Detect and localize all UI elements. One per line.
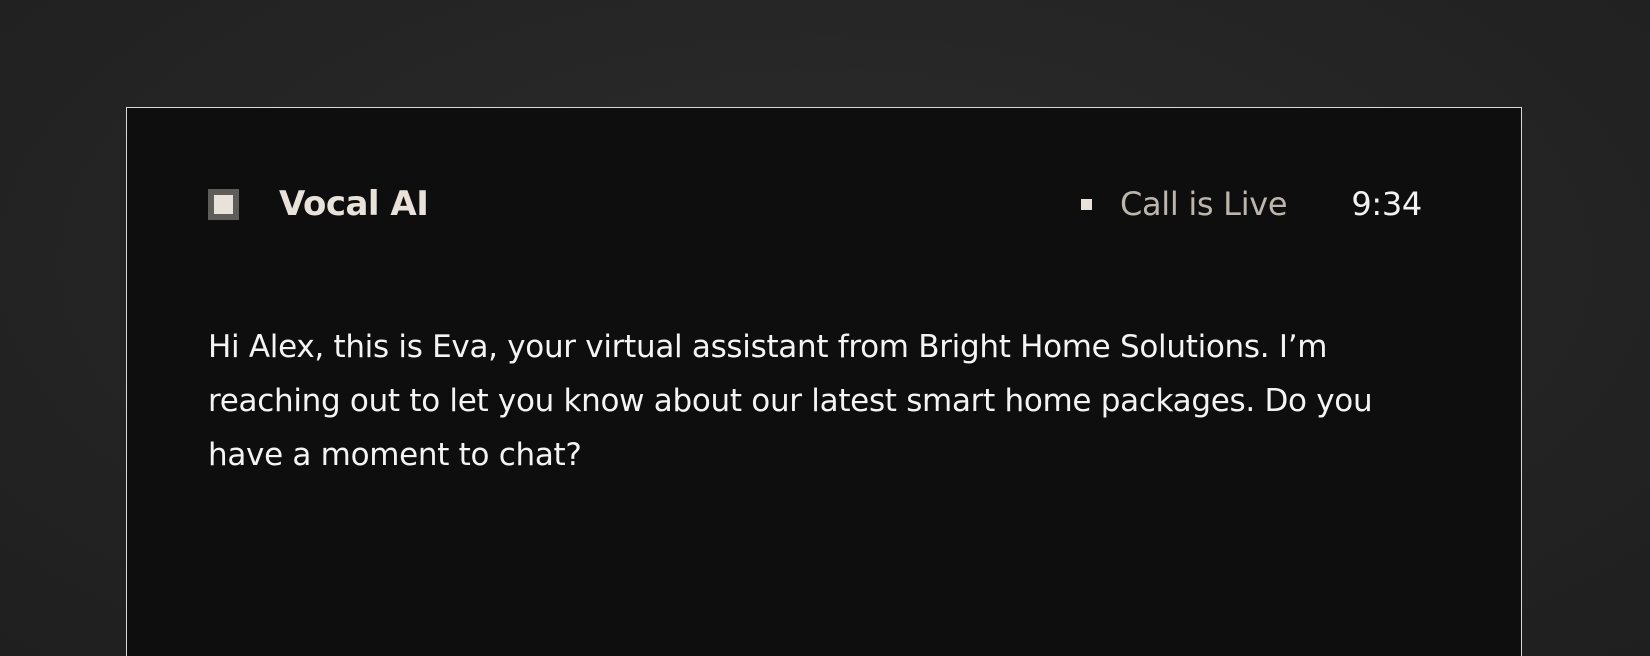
call-status: Call is Live 9:34 xyxy=(1080,185,1422,223)
call-status-label: Call is Live xyxy=(1119,185,1288,223)
brand: Vocal AI xyxy=(208,184,429,224)
square-logo-icon xyxy=(208,188,239,220)
call-header: Vocal AI Call is Live 9:34 xyxy=(208,182,1422,226)
call-panel: Vocal AI Call is Live 9:34 Hi Alex, this… xyxy=(126,107,1522,656)
live-dot-icon xyxy=(1080,198,1092,210)
assistant-message: Hi Alex, this is Eva, your virtual assis… xyxy=(208,329,1373,473)
app-name: Vocal AI xyxy=(279,184,429,224)
call-timer: 9:34 xyxy=(1351,185,1422,223)
